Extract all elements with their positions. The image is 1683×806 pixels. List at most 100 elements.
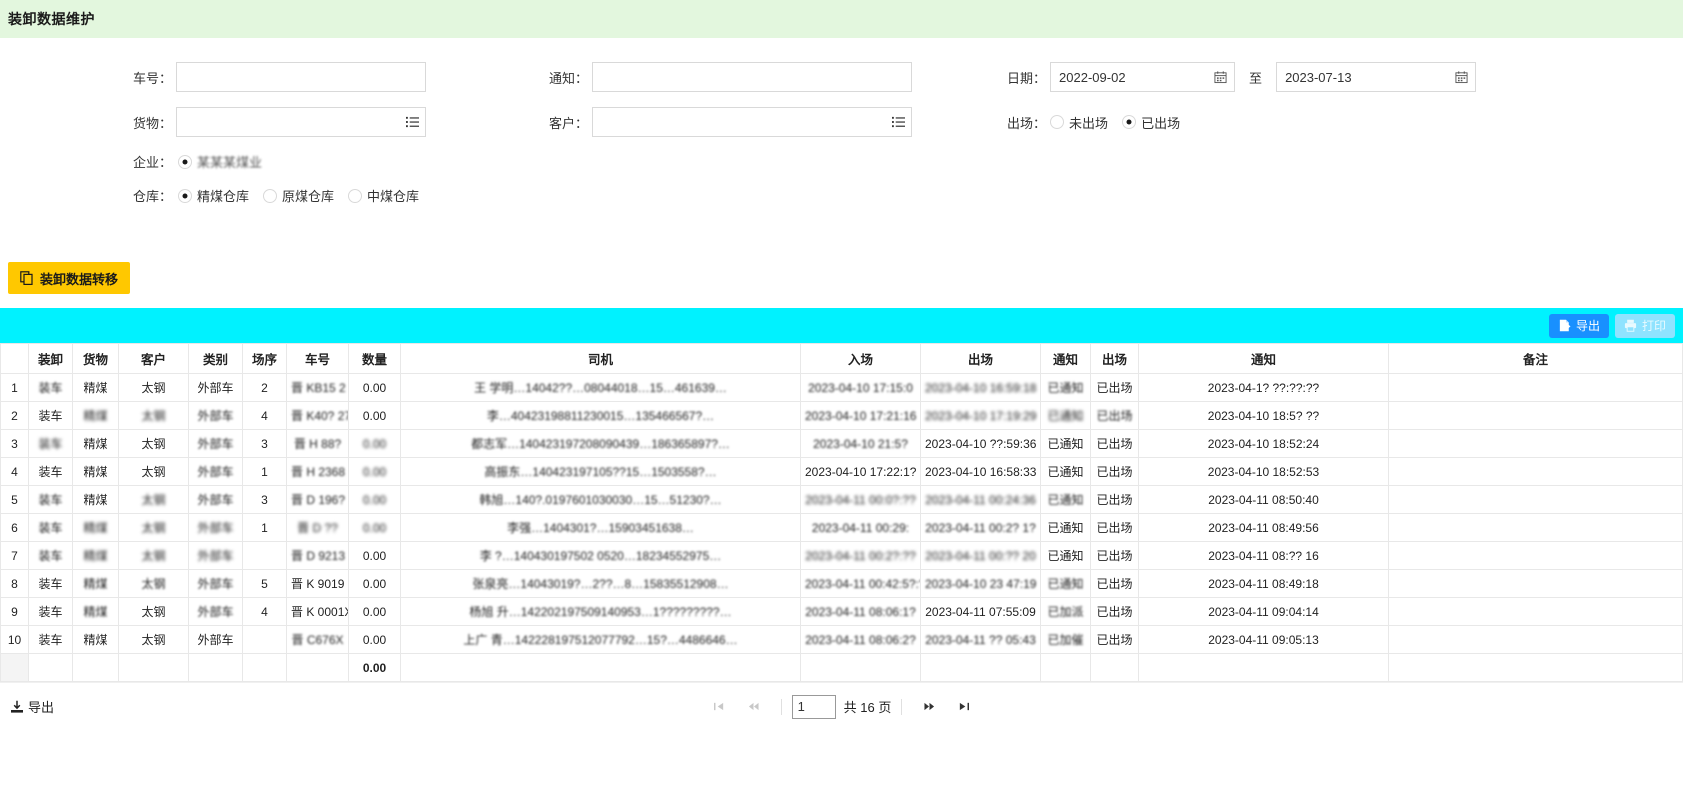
next-page-icon[interactable] [912, 692, 946, 722]
radio-dot [178, 154, 193, 169]
table-body: 1 装车 精煤 太钢 外部车 2 晋 KB15 2 0.00 王 学明…14042??…0804… [0, 373, 1683, 682]
th-goods: 货物 [72, 343, 119, 374]
table-row[interactable]: 3 装车 精煤 太钢 外部车 3 晋 H 88? 0.00 都志军…14042319720809… [0, 429, 1683, 458]
cell-quantity: 0.00 [348, 541, 401, 570]
goods-label: 货物： [133, 115, 173, 131]
cell-type: 外部车 [188, 401, 243, 430]
print-button[interactable]: 打印 [1614, 313, 1675, 338]
date-label: 日期： [1007, 70, 1047, 86]
total-empty-cell [800, 653, 921, 682]
car-no-input[interactable] [176, 62, 427, 92]
cell-notify-time: 2023-04-11 09:05:13 [1138, 625, 1389, 654]
notice-input[interactable] [592, 62, 913, 92]
goods-input[interactable] [176, 107, 427, 137]
grid-footer: 导出 共 16 页 [0, 682, 1683, 730]
table-row[interactable]: 6 装车 精煤 太钢 外部车 1 晋 D ?? 0.00 李强…1404301?…1590345… [0, 513, 1683, 542]
radio-not-exited[interactable]: 未出场 [1050, 113, 1108, 132]
cell-sequence: 3 [242, 429, 287, 458]
radio-warehouse-zhongmei[interactable]: 中煤仓库 [348, 186, 419, 205]
list-select-icon[interactable] [892, 116, 906, 129]
cell-driver: 高振东…140423197105??15…1503558?… [400, 457, 801, 486]
last-page-icon[interactable] [946, 692, 980, 722]
cell-notify: 已通知 [1040, 429, 1091, 458]
cell-notify: 已加派 [1040, 597, 1091, 626]
date-to-input[interactable]: 2023-07-13 [1276, 62, 1477, 92]
table-row[interactable]: 9 装车 精煤 太钢 外部车 4 晋 K 0001X 0.00 杨旭 升…14220219750… [0, 597, 1683, 626]
cell-exit-status: 已出场 [1090, 569, 1139, 598]
cell-enter-time: 2023-04-10 17:21:16 [800, 401, 921, 430]
download-icon [10, 700, 24, 714]
table-row[interactable]: 7 装车 精煤 太钢 外部车 晋 D 9213 0.00 李 ?…140430197502 0… [0, 541, 1683, 570]
transfer-data-label: 装卸数据转移 [40, 271, 119, 287]
cell-load-unload: 装车 [28, 625, 73, 654]
cell-enter-time: 2023-04-10 17:22:1? [800, 457, 921, 486]
cell-remark [1388, 569, 1683, 598]
cell-quantity: 0.00 [348, 429, 401, 458]
pager-separator [780, 698, 782, 715]
cell-driver: 韩旭…140?.0197601030030…15…51230?… [400, 485, 801, 514]
prev-page-icon[interactable] [737, 692, 771, 722]
th-driver: 司机 [400, 343, 801, 374]
cell-sequence [242, 541, 287, 570]
cell-load-unload: 装车 [28, 457, 73, 486]
transfer-data-button[interactable]: 装卸数据转移 [8, 262, 131, 294]
warehouse-radio-group: 精煤仓库 原煤仓库 中煤仓库 [178, 186, 419, 205]
th-customer: 客户 [118, 343, 189, 374]
radio-dot [263, 188, 278, 203]
cell-type: 外部车 [188, 625, 243, 654]
cell-load-unload: 装车 [28, 485, 73, 514]
footer-export-label: 导出 [28, 700, 55, 715]
table-row[interactable]: 8 装车 精煤 太钢 外部车 5 晋 K 9019 0.00 张泉亮…14043019?…2??… [0, 569, 1683, 598]
cell-driver: 都志军…140423197208090439…186365897?… [400, 429, 801, 458]
list-select-icon[interactable] [406, 116, 420, 129]
calendar-icon[interactable] [1214, 71, 1227, 84]
cell-driver: 李…40423198811230015…135466567?… [400, 401, 801, 430]
cell-goods: 精煤 [72, 625, 119, 654]
th-notify: 通知 [1040, 343, 1091, 374]
cell-customer: 太钢 [118, 485, 189, 514]
cell-quantity: 0.00 [348, 485, 401, 514]
printer-icon [1624, 319, 1637, 332]
cell-index: 6 [0, 513, 29, 542]
cell-notify-time: 2023-04-11 08:?? 16 [1138, 541, 1389, 570]
cell-remark [1388, 457, 1683, 486]
table-row[interactable]: 10 装车 精煤 太钢 外部车 晋 C676X 0.00 上广 青…1422281975120… [0, 625, 1683, 654]
table-row[interactable]: 1 装车 精煤 太钢 外部车 2 晋 KB15 2 0.00 王 学明…14042??…0804… [0, 373, 1683, 402]
radio-warehouse-jingmei[interactable]: 精煤仓库 [178, 186, 249, 205]
first-page-icon[interactable] [703, 692, 737, 722]
cell-enter-time: 2023-04-11 00:42:5?:? [800, 569, 921, 598]
cell-type: 外部车 [188, 457, 243, 486]
cell-goods: 精煤 [72, 373, 119, 402]
cell-notify-time: 2023-04-10 18:52:53 [1138, 457, 1389, 486]
cell-exit-time: 2023-04-11 00:2? 1? [920, 513, 1041, 542]
cell-goods: 精煤 [72, 485, 119, 514]
calendar-icon[interactable] [1455, 71, 1468, 84]
cell-remark [1388, 373, 1683, 402]
cell-index: 4 [0, 457, 29, 486]
cell-driver: 李 ?…140430197502 0520…18234552975… [400, 541, 801, 570]
warehouse-label: 仓库： [133, 189, 173, 204]
cell-index: 1 [0, 373, 29, 402]
field-exit-status: 出场： 未出场 已出场 [1007, 113, 1180, 132]
cell-quantity: 0.00 [348, 513, 401, 542]
cell-enter-time: 2023-04-11 08:06:2? [800, 625, 921, 654]
page-number-input[interactable] [791, 694, 836, 719]
cell-driver: 杨旭 升…142202197509140953…1?????????… [400, 597, 801, 626]
customer-input[interactable] [592, 107, 913, 137]
field-notice: 通知： [549, 62, 913, 92]
radio-exited[interactable]: 已出场 [1122, 113, 1180, 132]
cell-exit-time: 2023-04-11 07:55:09 [920, 597, 1041, 626]
table-row[interactable]: 4 装车 精煤 太钢 外部车 1 晋 H 2368 0.00 高振东…140423197105?… [0, 457, 1683, 486]
table-row[interactable]: 5 装车 精煤 太钢 外部车 3 晋 D 196? 0.00 韩旭…140?.019760103… [0, 485, 1683, 514]
enterprise-option-label: 某某某煤业 [197, 155, 263, 170]
radio-enterprise-option[interactable]: 某某某煤业 [178, 152, 262, 171]
cell-quantity: 0.00 [348, 401, 401, 430]
footer-export-link[interactable]: 导出 [0, 697, 54, 716]
cell-driver: 王 学明…14042??…08044018…15…461639… [400, 373, 801, 402]
export-button[interactable]: 导出 [1548, 313, 1609, 338]
radio-warehouse-yuanmei[interactable]: 原煤仓库 [263, 186, 334, 205]
cell-exit-time: 2023-04-11 ?? 05:43 [920, 625, 1041, 654]
date-from-input[interactable]: 2022-09-02 [1050, 62, 1236, 92]
table-row[interactable]: 2 装车 精煤 太钢 外部车 4 晋 K40? 27 0.00 李…40423198811230… [0, 401, 1683, 430]
field-date-range: 日期： 2022-09-02 至 2023-07-13 [1007, 62, 1477, 92]
